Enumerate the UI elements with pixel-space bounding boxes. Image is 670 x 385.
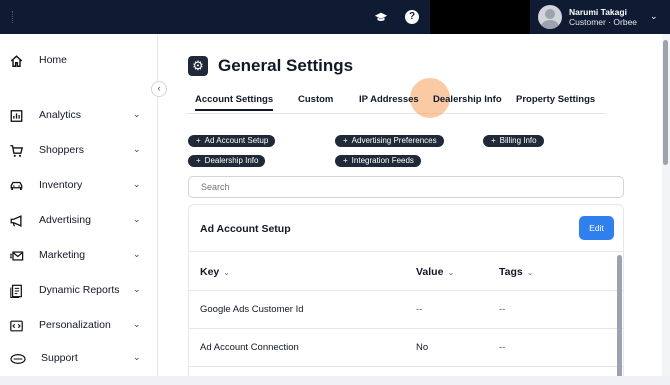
chevron-down-icon: ⌄ — [526, 268, 534, 277]
sidebar-item-label: Dynamic Reports — [39, 284, 120, 296]
pill-label: Advertising Preferences — [351, 136, 437, 145]
avatar[interactable] — [538, 5, 562, 29]
cell-key: Ad Account Connection — [200, 342, 299, 353]
tab-account-settings[interactable]: Account Settings — [195, 94, 274, 111]
sidebar-item-shoppers[interactable]: Shoppers ⌄ — [0, 136, 158, 166]
ad-account-setup-pill[interactable]: + Ad Account Setup — [188, 135, 276, 147]
plus-icon: + — [343, 136, 348, 145]
user-name: Narumi Takagi — [569, 7, 627, 17]
collapse-sidebar-button[interactable]: ‹ — [151, 81, 167, 97]
sidebar-item-label: Personalization — [39, 319, 111, 331]
column-label: Value — [416, 266, 444, 278]
column-label: Tags — [499, 266, 523, 278]
column-label: Key — [200, 266, 220, 278]
main-content: ⚙ General Settings Account Settings Cust… — [158, 34, 662, 385]
page-title: General Settings — [218, 56, 354, 75]
chevron-down-icon: ⌄ — [133, 179, 141, 189]
pill-label: Dealership Info — [204, 156, 259, 165]
chevron-down-icon: ⌄ — [133, 214, 141, 224]
pill-label: Ad Account Setup — [204, 136, 269, 145]
sidebar-item-inventory[interactable]: Inventory ⌄ — [0, 171, 158, 201]
chevron-down-icon: ⌄ — [133, 144, 141, 154]
tab-custom[interactable]: Custom — [298, 94, 333, 105]
column-header-tags[interactable]: Tags ⌄ — [499, 266, 533, 278]
sidebar-item-label: Shoppers — [39, 144, 84, 156]
sidebar-item-label: Support — [41, 352, 78, 364]
sidebar-item-label: Analytics — [39, 109, 82, 121]
plus-icon: + — [343, 156, 348, 165]
table-scrollbar[interactable] — [617, 255, 622, 385]
mail-icon — [9, 251, 24, 261]
megaphone-icon — [10, 215, 22, 227]
cell-value: -- — [416, 304, 423, 315]
report-icon — [10, 284, 22, 298]
table-header: Key ⌄ Value ⌄ Tags ⌄ — [189, 251, 623, 291]
sidebar-item-marketing[interactable]: Marketing ⌄ — [0, 241, 158, 271]
user-org: Customer · Orbee — [569, 17, 638, 27]
table-row[interactable]: Ad Account Connection No -- — [189, 329, 623, 367]
sidebar-item-label: Advertising — [39, 214, 91, 226]
column-header-key[interactable]: Key ⌄ — [200, 266, 230, 278]
sidebar-item-analytics[interactable]: Analytics ⌄ — [0, 101, 158, 131]
support-icon — [10, 354, 26, 364]
search-input[interactable] — [188, 176, 624, 198]
chevron-down-icon: ⌄ — [447, 268, 455, 277]
graduation-cap-icon[interactable] — [374, 10, 388, 24]
cell-tags: -- — [499, 304, 506, 315]
advertising-preferences-pill[interactable]: + Advertising Preferences — [335, 135, 444, 147]
ad-account-setup-card: Ad Account Setup Edit Key ⌄ Value ⌄ Tags ⌄ … — [188, 204, 624, 385]
tab-property-settings[interactable]: Property Settings — [516, 94, 595, 105]
sidebar-item-personalization[interactable]: Personalization ⌄ — [0, 311, 158, 341]
billing-info-pill[interactable]: + Billing Info — [483, 135, 544, 147]
top-bar: ? Narumi Takagi Customer · Orbee ⌄ — [0, 0, 670, 34]
column-header-value[interactable]: Value ⌄ — [416, 266, 454, 278]
tab-ip-addresses[interactable]: IP Addresses — [359, 94, 419, 105]
home-icon — [10, 55, 23, 67]
sidebar: Home Analytics ⌄ Shoppers ⌄ Inventory ⌄ … — [0, 34, 158, 385]
pill-label: Integration Feeds — [351, 156, 414, 165]
sidebar-item-advertising[interactable]: Advertising ⌄ — [0, 206, 158, 236]
sidebar-item-label: Home — [39, 54, 68, 66]
dealership-info-pill[interactable]: + Dealership Info — [188, 155, 266, 167]
cell-tags: -- — [499, 342, 506, 353]
pill-label: Billing Info — [499, 136, 537, 145]
edit-button[interactable]: Edit — [579, 216, 614, 240]
sidebar-item-label: Inventory — [39, 179, 83, 191]
drag-handle-icon — [12, 11, 15, 23]
sidebar-item-dynamic-reports[interactable]: Dynamic Reports ⌄ — [0, 276, 158, 306]
sidebar-item-home[interactable]: Home — [0, 46, 158, 76]
chevron-down-icon: ⌄ — [223, 268, 230, 277]
plus-icon: + — [196, 136, 201, 145]
code-icon — [10, 320, 23, 332]
analytics-icon — [10, 110, 23, 122]
cell-key: Google Ads Customer Id — [200, 304, 304, 315]
plus-icon: + — [491, 136, 496, 145]
chevron-down-icon: ⌄ — [133, 249, 141, 259]
chevron-down-icon: ⌄ — [133, 319, 141, 329]
page-scrollbar[interactable] — [663, 40, 668, 165]
sidebar-item-support[interactable]: Support ⌄ — [0, 344, 158, 374]
help-icon[interactable]: ? — [405, 10, 419, 24]
chevron-down-icon: ⌄ — [133, 284, 141, 294]
redacted-area — [430, 0, 530, 34]
chevron-down-icon[interactable]: ⌄ — [650, 11, 658, 22]
card-title: Ad Account Setup — [200, 223, 291, 235]
chevron-down-icon: ⌄ — [133, 109, 141, 119]
bottom-edge — [0, 376, 670, 385]
sidebar-item-label: Marketing — [39, 249, 86, 261]
table-row[interactable]: Google Ads Customer Id -- -- — [189, 291, 623, 329]
cell-value: No — [416, 342, 429, 353]
plus-icon: + — [196, 156, 201, 165]
tab-dealership-info[interactable]: Dealership Info — [433, 94, 502, 105]
integration-feeds-pill[interactable]: + Integration Feeds — [335, 155, 421, 167]
tab-divider — [186, 113, 606, 114]
car-icon — [10, 181, 23, 190]
gear-icon: ⚙ — [188, 56, 208, 76]
cart-icon — [10, 145, 24, 157]
chevron-down-icon: ⌄ — [133, 352, 141, 362]
